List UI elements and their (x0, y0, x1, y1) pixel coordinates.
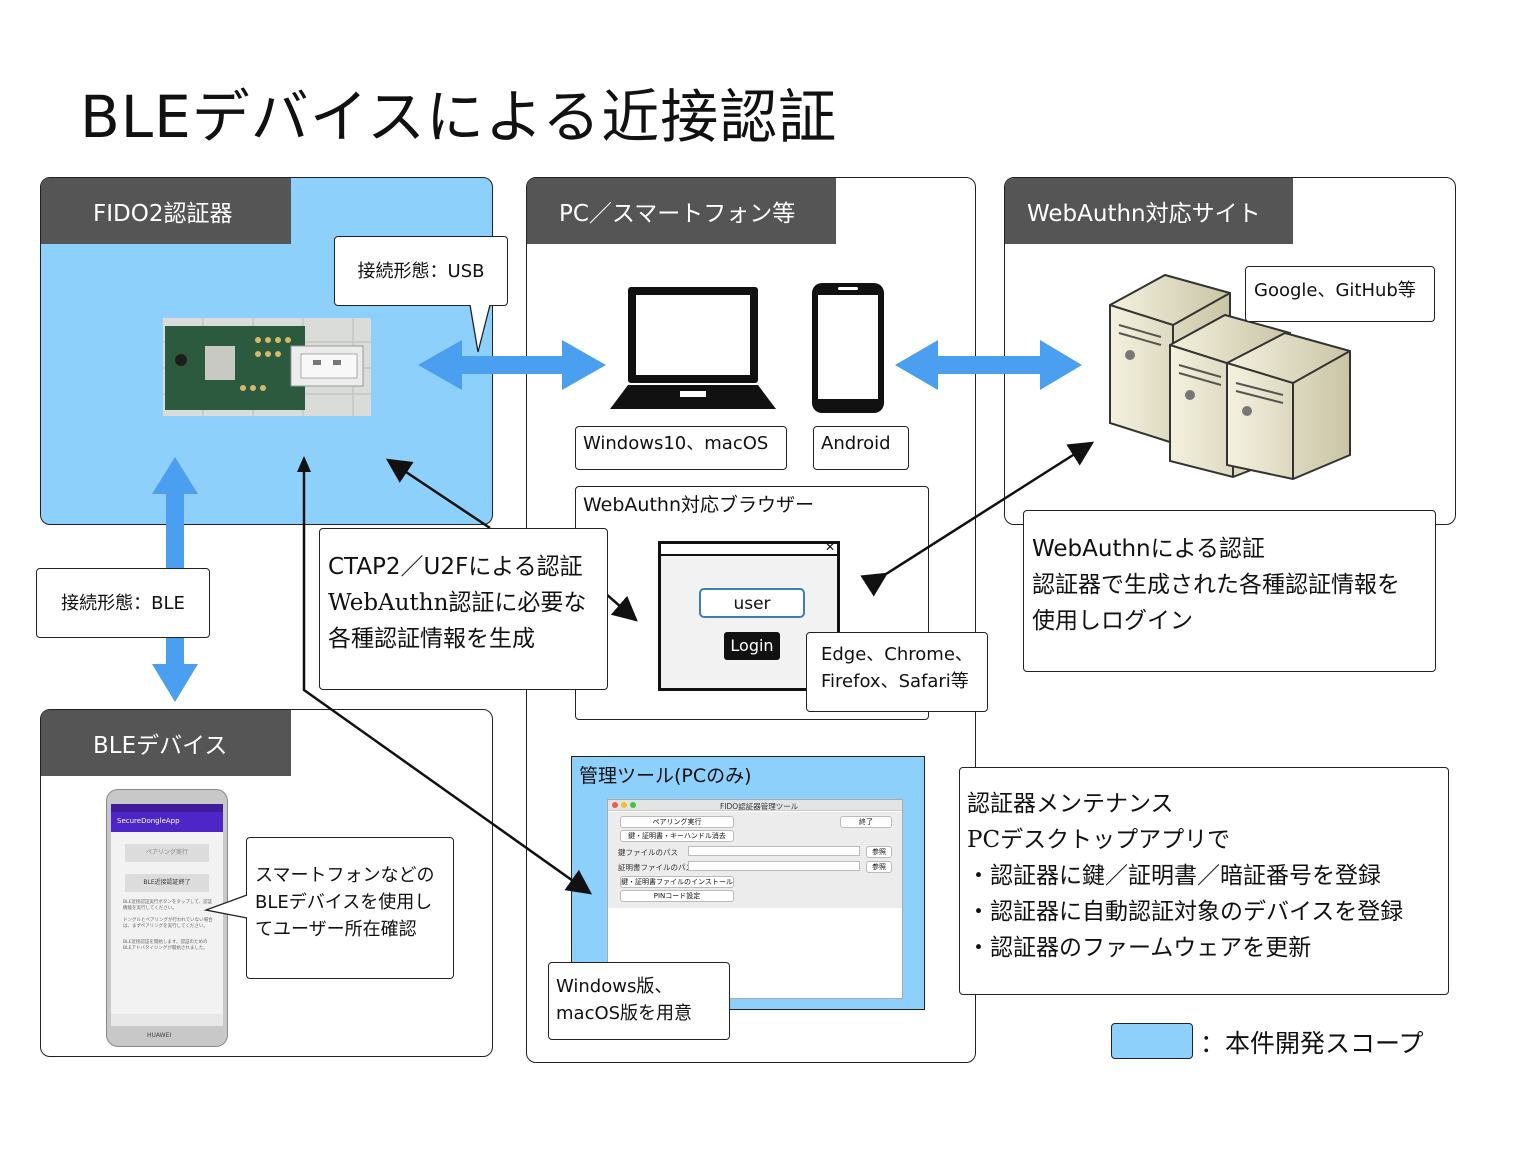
phone-statusbar (111, 804, 223, 812)
usb-callout: 接続形態：USB (334, 236, 508, 306)
browsers-callout: Edge、Chrome、 Firefox、Safari等 (806, 632, 988, 712)
login-button[interactable]: Login (724, 632, 780, 660)
erase-keys-button[interactable]: 鍵・証明書・キーハンドル消去 (620, 830, 734, 842)
browser-box-label: WebAuthn対応ブラウザー (583, 494, 814, 516)
key-path-input[interactable] (688, 846, 860, 856)
key-path-label: 鍵ファイルのパス (618, 848, 678, 857)
ctap-line3: 各種認証情報を生成 (328, 626, 535, 652)
pin-button[interactable]: PINコード設定 (620, 890, 734, 902)
close-icon: ✕ (825, 540, 836, 554)
ble-callout: 接続形態：BLE (36, 568, 210, 638)
smartphone-icon (810, 281, 886, 415)
cert-path-label: 証明書ファイルのパス (618, 863, 693, 872)
maint-line3: ・認証器に鍵／証明書／暗証番号を登録 (967, 863, 1381, 889)
phone-navbar (111, 1014, 223, 1026)
ble-phone-image: SecureDongleApp ペアリング実行 BLE近接認証終了 BLE近接認… (106, 789, 228, 1047)
install-button[interactable]: 鍵・証明書ファイルのインストール (620, 876, 734, 888)
ble-device-header: BLEデバイス (41, 710, 291, 776)
maintenance-callout: 認証器メンテナンス PCデスクトップアプリで ・認証器に鍵／証明書／暗証番号を登… (959, 767, 1449, 995)
username-field[interactable]: user (699, 588, 805, 618)
maint-line1: 認証器メンテナンス (967, 791, 1174, 817)
webauthn-auth-line2: 認証器で生成された各種認証情報を (1032, 572, 1400, 598)
webauthn-site-header: WebAuthn対応サイト (1005, 178, 1293, 244)
maint-line4: ・認証器に自動認証対象のデバイスを登録 (967, 899, 1404, 925)
smartphone-callout: スマートフォンなどの BLEデバイスを使用し てユーザー所在確認 (246, 837, 454, 979)
webauthn-auth-line3: 使用しログイン (1032, 608, 1193, 634)
window-min-dot-icon (621, 802, 627, 808)
browsers-line1: Edge、Chrome、 (821, 644, 973, 665)
phone-text-2: ドングルとペアリングが行われていない場合は、まずペアリングを実行してください。 (123, 918, 213, 929)
browser-titlebar (661, 544, 837, 556)
phone-pairing-button[interactable]: ペアリング実行 (125, 844, 209, 862)
legend-swatch (1111, 1023, 1193, 1059)
fido2-board-image (163, 318, 371, 416)
ctap-callout: CTAP2／U2Fによる認証 WebAuthn認証に必要な 各種認証情報を生成 (319, 528, 608, 690)
exit-button[interactable]: 終了 (840, 816, 892, 828)
phone-brand: HUAWEI (147, 1032, 172, 1039)
pc-header: PC／スマートフォン等 (527, 178, 836, 244)
smartphone-line1: スマートフォンなどの (255, 865, 435, 886)
key-browse-button[interactable]: 参照 (866, 846, 892, 858)
versions-callout: Windows版、 macOS版を用意 (548, 962, 730, 1040)
smartphone-line3: てユーザー所在確認 (255, 919, 417, 940)
admin-window-title: FIDO認証器管理ツール (720, 802, 799, 811)
webauthn-auth-line1: WebAuthnによる認証 (1032, 536, 1265, 562)
admin-tool-label: 管理ツール(PCのみ) (579, 765, 752, 787)
ctap-line1: CTAP2／U2Fによる認証 (328, 554, 583, 580)
laptop-icon (608, 283, 778, 413)
cert-browse-button[interactable]: 参照 (866, 861, 892, 873)
cert-path-input[interactable] (688, 861, 860, 871)
phone-app-name: SecureDongleApp (117, 817, 180, 825)
pairing-button[interactable]: ペアリング実行 (620, 816, 734, 828)
windows-callout: Windows10、macOS (575, 426, 787, 470)
phone-ble-close-button[interactable]: BLE近接認証終了 (125, 874, 209, 892)
page-title: BLEデバイスによる近接認証 (80, 83, 838, 151)
maint-line5: ・認証器のファームウェアを更新 (967, 935, 1312, 961)
google-callout: Google、GitHub等 (1245, 266, 1435, 322)
browsers-line2: Firefox、Safari等 (821, 671, 969, 692)
versions-line2: macOS版を用意 (556, 1003, 693, 1024)
legend-label: ：本件開発スコープ (1200, 1029, 1424, 1058)
phone-text-1: BLE近接認証実行ボタンをタップして、認証機能を実行してください。 (123, 900, 213, 911)
window-close-dot-icon (612, 802, 618, 808)
fido2-header: FIDO2認証器 (41, 178, 291, 244)
maint-line2: PCデスクトップアプリで (967, 827, 1231, 853)
ctap-line2: WebAuthn認証に必要な (328, 590, 587, 616)
versions-line1: Windows版、 (556, 976, 673, 997)
smartphone-line2: BLEデバイスを使用し (255, 892, 433, 913)
phone-text-3: BLE近接認証を開始します。認証のためのBLEアドバタイジングが開始されました。 (123, 940, 208, 951)
android-callout: Android (813, 426, 909, 470)
window-max-dot-icon (630, 802, 636, 808)
webauthn-auth-callout: WebAuthnによる認証 認証器で生成された各種認証情報を 使用しログイン (1023, 510, 1436, 672)
